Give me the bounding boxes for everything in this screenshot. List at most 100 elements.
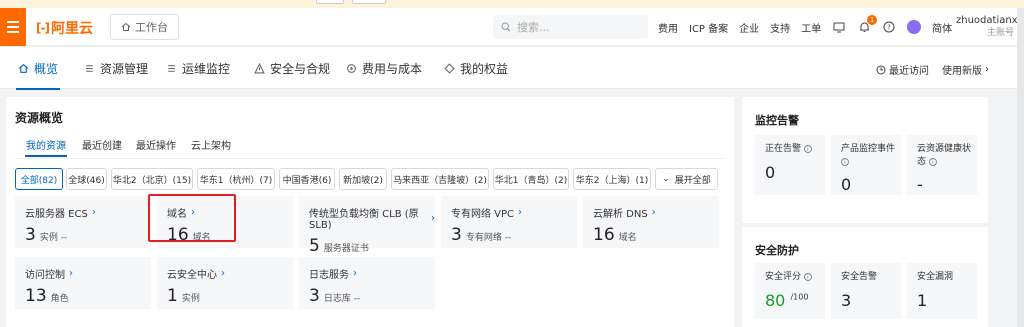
main-tab-bar: 概览 资源管理 运维监控 安全与合规 费用与成本 我的权益 最近访问 使用新版 … — [0, 47, 1017, 90]
monitor-card-alerting[interactable]: 正在告警 i 0 — [755, 135, 825, 195]
logo-text: 阿里云 — [50, 21, 93, 37]
tab-resource-management[interactable]: 资源管理 — [84, 47, 148, 89]
tab-cost[interactable]: 费用与成本 — [346, 47, 422, 89]
resource-card-log-service[interactable]: 日志服务 › 3 日志库 -- — [299, 257, 435, 309]
tab-security-compliance[interactable]: 安全与合规 — [254, 47, 330, 89]
card-value: 16 — [593, 225, 615, 245]
use-new-version-button[interactable]: 使用新版 › — [942, 62, 989, 77]
workbench-label: 工作台 — [135, 21, 168, 34]
region-filter-chip[interactable]: 华北2（北京）(15) — [111, 168, 193, 190]
chevron-right-icon: › — [69, 268, 73, 279]
security-card-alerts[interactable]: 安全告警 3 — [831, 263, 901, 319]
subtab-cloud-architecture[interactable]: 云上架构 — [191, 137, 231, 152]
notice-button[interactable] — [316, 0, 344, 4]
region-filter-chip[interactable]: 华北1（青岛）(2) — [493, 168, 569, 190]
score-suffix: /100 — [790, 292, 809, 302]
nav-link-enterprise[interactable]: 企业 — [739, 20, 759, 35]
bell-icon[interactable]: 1 — [857, 15, 878, 34]
tab-label: 费用与成本 — [362, 61, 423, 76]
screen-icon[interactable] — [832, 20, 846, 34]
user-menu[interactable]: zhuodatianxi... 主账号 — [956, 14, 1024, 40]
divider — [15, 158, 725, 159]
expand-all-label: 展开全部 — [674, 175, 711, 186]
card-label: 专有网络 VPC — [451, 209, 515, 220]
hamburger-menu-icon[interactable] — [0, 8, 26, 46]
scrollbar[interactable] — [1017, 8, 1024, 327]
security-label: 安全告警 — [841, 272, 878, 282]
subtab-recent-operations[interactable]: 最近操作 — [136, 137, 176, 152]
monitoring-title: 监控告警 — [755, 114, 799, 127]
tab-my-benefits[interactable]: 我的权益 — [444, 47, 508, 89]
gear-icon — [347, 63, 356, 73]
monitor-value: - — [917, 175, 923, 194]
resource-card-ram[interactable]: 访问控制 › 13 角色 — [15, 257, 151, 309]
nav-link-ticket[interactable]: 工单 — [801, 20, 821, 35]
chevron-down-icon: ⌄ — [662, 174, 670, 184]
monitor-value: 0 — [841, 175, 852, 194]
language-switch[interactable]: 简体 — [932, 20, 952, 35]
help-icon[interactable]: ? — [882, 20, 896, 34]
aliyun-logo[interactable]: [-] 阿里云 — [36, 18, 93, 38]
resource-card-dns[interactable]: 云解析 DNS › 16 域名 — [583, 196, 719, 248]
resource-overview-panel: 资源概览 我的资源 最近创建 最近操作 云上架构 全部(82) 全球(46) 华… — [6, 97, 734, 327]
tab-ops-monitoring[interactable]: 运维监控 — [166, 47, 230, 89]
region-filter-chip[interactable]: 马来西亚（吉隆坡）(2) — [391, 168, 489, 190]
assistant-avatar-icon[interactable] — [907, 20, 922, 34]
home-icon — [121, 22, 131, 31]
workbench-button[interactable]: 工作台 — [110, 14, 179, 40]
monitor-card-health[interactable]: 云资源健康状态 i - — [907, 135, 977, 195]
security-card-vulnerabilities[interactable]: 安全漏洞 1 — [907, 263, 977, 319]
svg-text:?: ? — [887, 24, 891, 32]
security-card-score[interactable]: 安全评分 i 80 /100 — [755, 263, 825, 319]
security-score-value: 80 /100 — [765, 291, 808, 310]
card-value: 13 — [25, 286, 47, 306]
monitor-label: 云资源健康状态 — [917, 144, 972, 167]
home-icon — [18, 63, 29, 73]
info-icon: i — [803, 144, 812, 153]
resource-card-ecs[interactable]: 云服务器 ECS › 3 实例 -- — [15, 196, 151, 248]
notice-button[interactable] — [352, 0, 386, 4]
region-filter-chip[interactable]: 全部(82) — [15, 168, 63, 190]
security-panel: 安全防护 安全评分 i 80 /100 安全告警 3 安全漏洞 1 — [742, 227, 988, 327]
card-value: 3 — [25, 225, 36, 245]
card-value: 3 — [451, 225, 462, 245]
tab-label: 安全与合规 — [270, 61, 331, 76]
region-filter-chip[interactable]: 新加坡(2) — [339, 168, 387, 190]
recent-visits-button[interactable]: 最近访问 — [876, 62, 929, 77]
expand-all-button[interactable]: ⌄ 展开全部 — [655, 168, 718, 190]
card-label: 传统型负载均衡 CLB (原SLB) — [309, 209, 419, 231]
card-label: 云安全中心 — [167, 270, 217, 281]
nav-link-billing[interactable]: 费用 — [658, 20, 678, 35]
tab-label: 概览 — [34, 61, 59, 76]
clock-icon — [876, 65, 886, 74]
resource-card-clb[interactable]: 传统型负载均衡 CLB (原SLB) › 5 服务器证书 — [299, 196, 435, 256]
chevron-right-icon: › — [431, 212, 435, 224]
diamond-icon — [444, 62, 455, 74]
search-input[interactable]: 搜索... — [493, 15, 648, 39]
subtab-my-resources[interactable]: 我的资源 — [25, 137, 67, 157]
card-unit: 服务器证书 — [323, 244, 369, 254]
tab-label: 资源管理 — [100, 61, 149, 76]
chevron-right-icon: › — [518, 207, 523, 218]
resource-card-security-center[interactable]: 云安全中心 › 1 实例 — [157, 257, 293, 309]
resource-card-vpc[interactable]: 专有网络 VPC › 3 专有网络 -- — [441, 196, 577, 248]
card-unit: 域名 — [618, 233, 637, 243]
subtab-recently-created[interactable]: 最近创建 — [82, 137, 122, 152]
logo-mark: [-] — [36, 21, 50, 35]
chevron-right-icon: › — [91, 207, 96, 218]
region-filter-chip[interactable]: 全球(46) — [66, 168, 107, 190]
security-label: 安全评分 — [765, 272, 802, 282]
chevron-right-icon: › — [353, 268, 357, 279]
tab-overview[interactable]: 概览 — [15, 47, 61, 90]
region-filter-chip[interactable]: 中国香港(6) — [279, 168, 335, 190]
nav-link-icp[interactable]: ICP 备案 — [689, 20, 728, 35]
monitor-card-events[interactable]: 产品监控事件 i 0 — [831, 135, 901, 195]
region-filter-chip[interactable]: 华东1（杭州）(7) — [197, 168, 275, 190]
card-unit: 实例 — [181, 294, 200, 304]
region-filter-chip[interactable]: 华东2（上海）(1) — [573, 168, 651, 190]
list-icon — [168, 64, 175, 72]
top-nav-links: 费用 ICP 备案 企业 支持 工单 1 ? 简体 — [658, 8, 952, 46]
nav-link-support[interactable]: 支持 — [770, 20, 790, 35]
card-label: 访问控制 — [25, 270, 65, 281]
chevron-right-icon: › — [651, 207, 656, 218]
